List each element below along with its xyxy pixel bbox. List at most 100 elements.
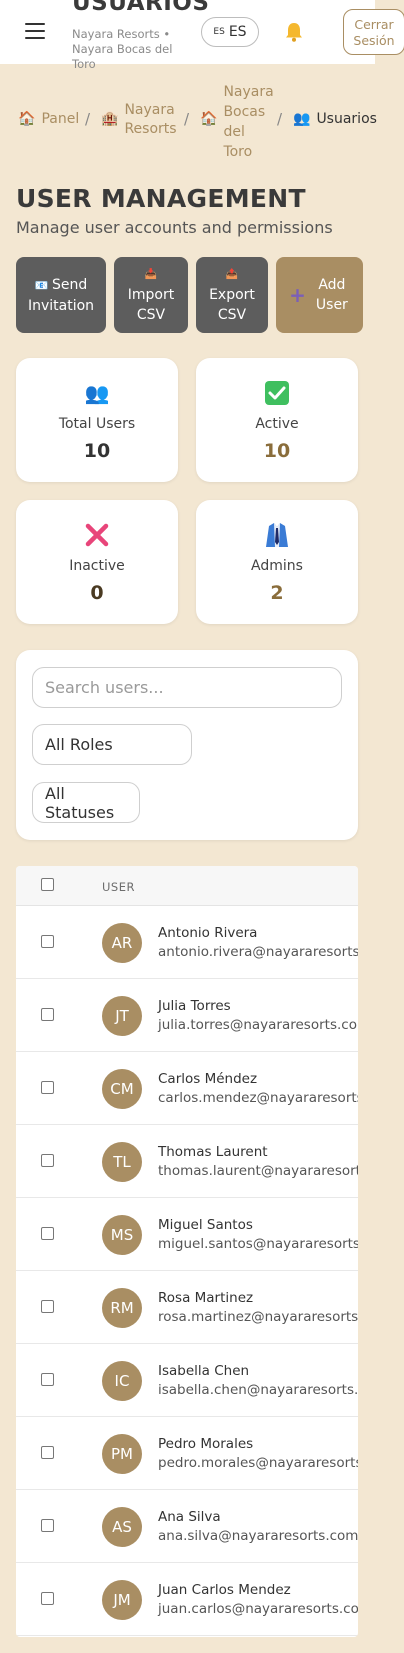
table-row[interactable]: CM Carlos Méndez carlos.mendez@nayararesor… xyxy=(16,1052,358,1125)
hotel-icon: 🏨 xyxy=(101,111,119,127)
app-header: USUARIOS Nayara Resorts • Nayara Bocas d… xyxy=(0,0,404,71)
stat-card-active: Active 10 xyxy=(196,358,358,482)
users-icon: 👥 xyxy=(84,381,110,405)
check-icon xyxy=(196,380,358,406)
import-csv-button[interactable]: 📥 Import CSV xyxy=(114,257,188,333)
language-flag: ES xyxy=(213,27,225,37)
avatar: AS xyxy=(102,1507,142,1547)
stat-card-inactive: Inactive 0 xyxy=(16,500,178,624)
add-user-label: Add User xyxy=(315,277,348,313)
stat-label: Admins xyxy=(251,558,303,574)
table-row[interactable]: MS Miguel Santos miguel.santos@nayararesor… xyxy=(16,1198,358,1271)
add-user-button[interactable]: + Add User xyxy=(276,257,363,333)
users-table: USER AR Antonio Rivera antonio.rivera@naya… xyxy=(16,866,358,1637)
envelope-icon: 📧 xyxy=(34,278,52,292)
breadcrumb-separator: / xyxy=(277,110,283,128)
user-name: Ana Silva xyxy=(158,1509,221,1525)
search-input[interactable] xyxy=(32,667,342,708)
table-row[interactable]: IC Isabella Chen isabella.chen@nayararesor… xyxy=(16,1344,358,1417)
breadcrumb-label: Nayara Bocas del Toro xyxy=(223,84,274,160)
export-csv-button[interactable]: 📤 Export CSV xyxy=(196,257,268,333)
select-all-checkbox[interactable] xyxy=(41,878,54,891)
breadcrumb-label: Nayara Resorts xyxy=(124,102,177,137)
status-select[interactable]: All Statuses xyxy=(32,782,140,823)
export-csv-label: Export CSV xyxy=(209,287,255,323)
row-checkbox[interactable] xyxy=(41,1154,54,1167)
avatar: PM xyxy=(102,1434,142,1474)
row-checkbox[interactable] xyxy=(41,1373,54,1386)
stat-label: Total Users xyxy=(58,416,136,432)
stat-label: Active xyxy=(255,416,299,432)
table-row[interactable]: AR Antonio Rivera antonio.rivera@nayarares… xyxy=(16,906,358,979)
page-subtitle: Manage user accounts and permissions xyxy=(16,218,333,237)
breadcrumb-panel[interactable]: 🏠 Panel xyxy=(18,111,79,127)
bell-icon[interactable] xyxy=(285,22,303,42)
user-email: rosa.martinez@nayararesorts.com xyxy=(158,1309,358,1325)
house-icon: 🏠 xyxy=(200,111,218,127)
avatar: TL xyxy=(102,1142,142,1182)
table-row[interactable]: JM Juan Carlos Mendez juan.carlos@nayarare… xyxy=(16,1563,358,1636)
row-checkbox[interactable] xyxy=(41,935,54,948)
row-checkbox[interactable] xyxy=(41,1519,54,1532)
avatar: AR xyxy=(102,923,142,963)
avatar: CM xyxy=(102,1069,142,1109)
logout-button[interactable]: Cerrar Sesión xyxy=(343,9,404,55)
user-name: Julia Torres xyxy=(158,998,231,1014)
users-icon: 👥 xyxy=(293,111,311,127)
row-checkbox[interactable] xyxy=(41,1300,54,1313)
row-checkbox[interactable] xyxy=(41,1081,54,1094)
row-checkbox[interactable] xyxy=(41,1592,54,1605)
user-name: Isabella Chen xyxy=(158,1363,250,1379)
breadcrumb-separator: / xyxy=(85,110,91,128)
import-csv-label: Import CSV xyxy=(127,287,175,323)
user-name: Antonio Rivera xyxy=(158,925,258,941)
breadcrumb-property[interactable]: 🏠 Nayara Bocas del Toro xyxy=(200,82,274,162)
stat-card-total: 👥 Total Users 10 xyxy=(16,358,178,482)
language-code: ES xyxy=(228,24,247,40)
row-checkbox[interactable] xyxy=(41,1008,54,1021)
house-icon: 🏠 xyxy=(18,111,36,127)
row-checkbox[interactable] xyxy=(41,1446,54,1459)
table-row[interactable]: TL Thomas Laurent thomas.laurent@nayarares… xyxy=(16,1125,358,1198)
user-email: thomas.laurent@nayararesorts.com xyxy=(158,1163,358,1179)
user-email: miguel.santos@nayararesorts.com xyxy=(158,1236,358,1252)
breadcrumb-resorts[interactable]: 🏨 Nayara Resorts xyxy=(101,101,179,139)
avatar: MS xyxy=(102,1215,142,1255)
avatar: RM xyxy=(102,1288,142,1328)
outbox-icon: 📤 xyxy=(225,269,239,280)
role-select[interactable]: All Roles xyxy=(32,724,192,765)
stat-value: 10 xyxy=(263,440,291,462)
stat-value: 0 xyxy=(90,582,104,604)
user-email: julia.torres@nayararesorts.com xyxy=(158,1017,358,1033)
app-subtitle: Nayara Resorts • Nayara Bocas del Toro xyxy=(72,27,173,71)
user-email: isabella.chen@nayararesorts.com xyxy=(158,1382,358,1398)
avatar: JT xyxy=(102,996,142,1036)
inbox-icon: 📥 xyxy=(144,269,158,280)
table-header: USER xyxy=(16,866,358,906)
stat-card-admins: Admins 2 xyxy=(196,500,358,624)
stat-label: Inactive xyxy=(69,558,125,574)
stat-value: 2 xyxy=(270,582,284,604)
avatar: IC xyxy=(102,1361,142,1401)
user-name: Juan Carlos Mendez xyxy=(158,1582,291,1598)
breadcrumb-current: 👥 Usuarios xyxy=(293,111,377,127)
x-icon xyxy=(16,522,178,548)
send-invitation-button[interactable]: 📧 Send Invitation xyxy=(16,257,106,333)
app-title: USUARIOS xyxy=(72,0,210,16)
page-title: USER MANAGEMENT xyxy=(16,184,306,213)
breadcrumb-label: Panel xyxy=(41,111,80,127)
table-row[interactable]: AS Ana Silva ana.silva@nayararesorts.com xyxy=(16,1490,358,1563)
user-name: Pedro Morales xyxy=(158,1436,254,1452)
user-name: Rosa Martinez xyxy=(158,1290,254,1306)
stat-value: 10 xyxy=(83,440,111,462)
language-button[interactable]: ES ES xyxy=(201,17,259,47)
user-name: Carlos Méndez xyxy=(158,1071,258,1087)
column-header-user: USER xyxy=(102,880,135,894)
menu-icon[interactable] xyxy=(25,23,45,39)
table-row[interactable]: RM Rosa Martinez rosa.martinez@nayararesor… xyxy=(16,1271,358,1344)
row-checkbox[interactable] xyxy=(41,1227,54,1240)
table-row[interactable]: PM Pedro Morales pedro.morales@nayararesor… xyxy=(16,1417,358,1490)
table-row[interactable]: JT Julia Torres julia.torres@nayararesorts… xyxy=(16,979,358,1052)
plus-icon: + xyxy=(289,283,306,307)
user-email: ana.silva@nayararesorts.com xyxy=(158,1528,358,1544)
